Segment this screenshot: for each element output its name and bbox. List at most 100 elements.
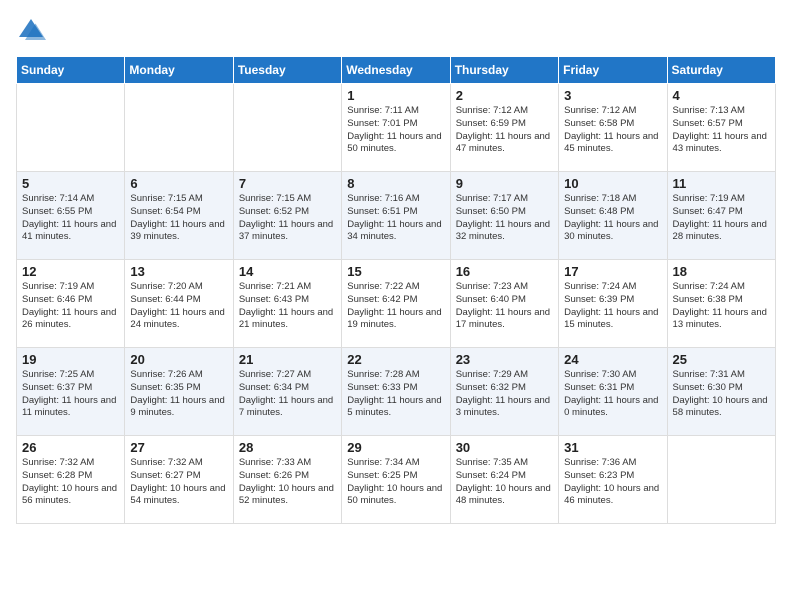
weekday-header-friday: Friday [559, 57, 667, 84]
cell-date: 13 [130, 264, 227, 279]
weekday-header-monday: Monday [125, 57, 233, 84]
cal-cell: 4 Sunrise: 7:13 AM Sunset: 6:57 PM Daylig… [667, 84, 775, 172]
cal-cell: 16 Sunrise: 7:23 AM Sunset: 6:40 PM Dayli… [450, 260, 558, 348]
cell-date: 29 [347, 440, 444, 455]
cal-cell: 18 Sunrise: 7:24 AM Sunset: 6:38 PM Dayli… [667, 260, 775, 348]
cell-date: 10 [564, 176, 661, 191]
cell-info: Sunrise: 7:18 AM Sunset: 6:48 PM Dayligh… [564, 193, 661, 244]
cell-date: 2 [456, 88, 553, 103]
cell-date: 5 [22, 176, 119, 191]
cal-cell: 14 Sunrise: 7:21 AM Sunset: 6:43 PM Dayli… [233, 260, 341, 348]
cal-cell [125, 84, 233, 172]
cal-cell: 26 Sunrise: 7:32 AM Sunset: 6:28 PM Dayli… [17, 436, 125, 524]
cell-info: Sunrise: 7:25 AM Sunset: 6:37 PM Dayligh… [22, 369, 119, 420]
cell-date: 27 [130, 440, 227, 455]
calendar-body: 1 Sunrise: 7:11 AM Sunset: 7:01 PM Daylig… [17, 84, 776, 524]
cal-cell: 10 Sunrise: 7:18 AM Sunset: 6:48 PM Dayli… [559, 172, 667, 260]
cal-cell [17, 84, 125, 172]
cal-cell: 20 Sunrise: 7:26 AM Sunset: 6:35 PM Dayli… [125, 348, 233, 436]
cell-date: 3 [564, 88, 661, 103]
cell-info: Sunrise: 7:29 AM Sunset: 6:32 PM Dayligh… [456, 369, 553, 420]
cal-cell: 21 Sunrise: 7:27 AM Sunset: 6:34 PM Dayli… [233, 348, 341, 436]
cell-info: Sunrise: 7:28 AM Sunset: 6:33 PM Dayligh… [347, 369, 444, 420]
cal-cell: 30 Sunrise: 7:35 AM Sunset: 6:24 PM Dayli… [450, 436, 558, 524]
weekday-header-tuesday: Tuesday [233, 57, 341, 84]
weekday-header-row: SundayMondayTuesdayWednesdayThursdayFrid… [17, 57, 776, 84]
cell-date: 16 [456, 264, 553, 279]
cell-info: Sunrise: 7:17 AM Sunset: 6:50 PM Dayligh… [456, 193, 553, 244]
cell-date: 31 [564, 440, 661, 455]
cell-date: 4 [673, 88, 770, 103]
cell-info: Sunrise: 7:11 AM Sunset: 7:01 PM Dayligh… [347, 105, 444, 156]
cell-info: Sunrise: 7:15 AM Sunset: 6:52 PM Dayligh… [239, 193, 336, 244]
cal-cell: 15 Sunrise: 7:22 AM Sunset: 6:42 PM Dayli… [342, 260, 450, 348]
cell-date: 8 [347, 176, 444, 191]
cell-date: 18 [673, 264, 770, 279]
cell-info: Sunrise: 7:27 AM Sunset: 6:34 PM Dayligh… [239, 369, 336, 420]
calendar-table: SundayMondayTuesdayWednesdayThursdayFrid… [16, 56, 776, 524]
cell-date: 21 [239, 352, 336, 367]
cal-cell: 24Sunrise: 7:30 AM Sunset: 6:31 PM Dayli… [559, 348, 667, 436]
cell-info: Sunrise: 7:16 AM Sunset: 6:51 PM Dayligh… [347, 193, 444, 244]
cell-date: 19 [22, 352, 119, 367]
cell-info: Sunrise: 7:12 AM Sunset: 6:58 PM Dayligh… [564, 105, 661, 156]
cell-info: Sunrise: 7:23 AM Sunset: 6:40 PM Dayligh… [456, 281, 553, 332]
cell-date: 20 [130, 352, 227, 367]
weekday-header-sunday: Sunday [17, 57, 125, 84]
cell-date: 12 [22, 264, 119, 279]
cal-cell: 1 Sunrise: 7:11 AM Sunset: 7:01 PM Daylig… [342, 84, 450, 172]
cal-cell: 17 Sunrise: 7:24 AM Sunset: 6:39 PM Dayli… [559, 260, 667, 348]
cal-cell [667, 436, 775, 524]
cell-info: Sunrise: 7:24 AM Sunset: 6:39 PM Dayligh… [564, 281, 661, 332]
cell-info: Sunrise: 7:19 AM Sunset: 6:46 PM Dayligh… [22, 281, 119, 332]
week-row-5: 26 Sunrise: 7:32 AM Sunset: 6:28 PM Dayli… [17, 436, 776, 524]
cal-cell: 6 Sunrise: 7:15 AM Sunset: 6:54 PM Daylig… [125, 172, 233, 260]
page-header [16, 16, 776, 46]
cal-cell: 2 Sunrise: 7:12 AM Sunset: 6:59 PM Daylig… [450, 84, 558, 172]
cell-date: 22 [347, 352, 444, 367]
week-row-3: 12 Sunrise: 7:19 AM Sunset: 6:46 PM Dayli… [17, 260, 776, 348]
week-row-2: 5 Sunrise: 7:14 AM Sunset: 6:55 PM Daylig… [17, 172, 776, 260]
cell-info: Sunrise: 7:36 AM Sunset: 6:23 PM Dayligh… [564, 457, 661, 508]
cell-date: 7 [239, 176, 336, 191]
cell-info: Sunrise: 7:13 AM Sunset: 6:57 PM Dayligh… [673, 105, 770, 156]
cal-cell: 19 Sunrise: 7:25 AM Sunset: 6:37 PM Dayli… [17, 348, 125, 436]
cell-info: Sunrise: 7:20 AM Sunset: 6:44 PM Dayligh… [130, 281, 227, 332]
cal-cell: 11Sunrise: 7:19 AM Sunset: 6:47 PM Dayli… [667, 172, 775, 260]
cal-cell: 3 Sunrise: 7:12 AM Sunset: 6:58 PM Daylig… [559, 84, 667, 172]
cell-date: 23 [456, 352, 553, 367]
cal-cell: 22 Sunrise: 7:28 AM Sunset: 6:33 PM Dayli… [342, 348, 450, 436]
cell-info: Sunrise: 7:12 AM Sunset: 6:59 PM Dayligh… [456, 105, 553, 156]
cell-info: Sunrise: 7:24 AM Sunset: 6:38 PM Dayligh… [673, 281, 770, 332]
cal-cell: 7 Sunrise: 7:15 AM Sunset: 6:52 PM Daylig… [233, 172, 341, 260]
cell-info: Sunrise: 7:31 AM Sunset: 6:30 PM Dayligh… [673, 369, 770, 420]
cal-cell: 8 Sunrise: 7:16 AM Sunset: 6:51 PM Daylig… [342, 172, 450, 260]
cell-info: Sunrise: 7:14 AM Sunset: 6:55 PM Dayligh… [22, 193, 119, 244]
cell-date: 14 [239, 264, 336, 279]
cell-info: Sunrise: 7:15 AM Sunset: 6:54 PM Dayligh… [130, 193, 227, 244]
cell-date: 17 [564, 264, 661, 279]
cal-cell: 23 Sunrise: 7:29 AM Sunset: 6:32 PM Dayli… [450, 348, 558, 436]
logo [16, 16, 50, 46]
cell-info: Sunrise: 7:32 AM Sunset: 6:27 PM Dayligh… [130, 457, 227, 508]
cell-info: Sunrise: 7:35 AM Sunset: 6:24 PM Dayligh… [456, 457, 553, 508]
cell-info: Sunrise: 7:22 AM Sunset: 6:42 PM Dayligh… [347, 281, 444, 332]
cal-cell: 31 Sunrise: 7:36 AM Sunset: 6:23 PM Dayli… [559, 436, 667, 524]
week-row-4: 19 Sunrise: 7:25 AM Sunset: 6:37 PM Dayli… [17, 348, 776, 436]
cell-info: Sunrise: 7:30 AM Sunset: 6:31 PM Dayligh… [564, 369, 661, 420]
cell-date: 1 [347, 88, 444, 103]
cell-date: 25 [673, 352, 770, 367]
cell-date: 28 [239, 440, 336, 455]
cal-cell: 5 Sunrise: 7:14 AM Sunset: 6:55 PM Daylig… [17, 172, 125, 260]
logo-icon [16, 16, 46, 46]
cell-info: Sunrise: 7:26 AM Sunset: 6:35 PM Dayligh… [130, 369, 227, 420]
cell-date: 30 [456, 440, 553, 455]
cal-cell: 29Sunrise: 7:34 AM Sunset: 6:25 PM Dayli… [342, 436, 450, 524]
cal-cell: 13 Sunrise: 7:20 AM Sunset: 6:44 PM Dayli… [125, 260, 233, 348]
cell-date: 15 [347, 264, 444, 279]
cell-info: Sunrise: 7:32 AM Sunset: 6:28 PM Dayligh… [22, 457, 119, 508]
cell-date: 26 [22, 440, 119, 455]
cell-date: 6 [130, 176, 227, 191]
cal-cell: 12 Sunrise: 7:19 AM Sunset: 6:46 PM Dayli… [17, 260, 125, 348]
cell-info: Sunrise: 7:21 AM Sunset: 6:43 PM Dayligh… [239, 281, 336, 332]
